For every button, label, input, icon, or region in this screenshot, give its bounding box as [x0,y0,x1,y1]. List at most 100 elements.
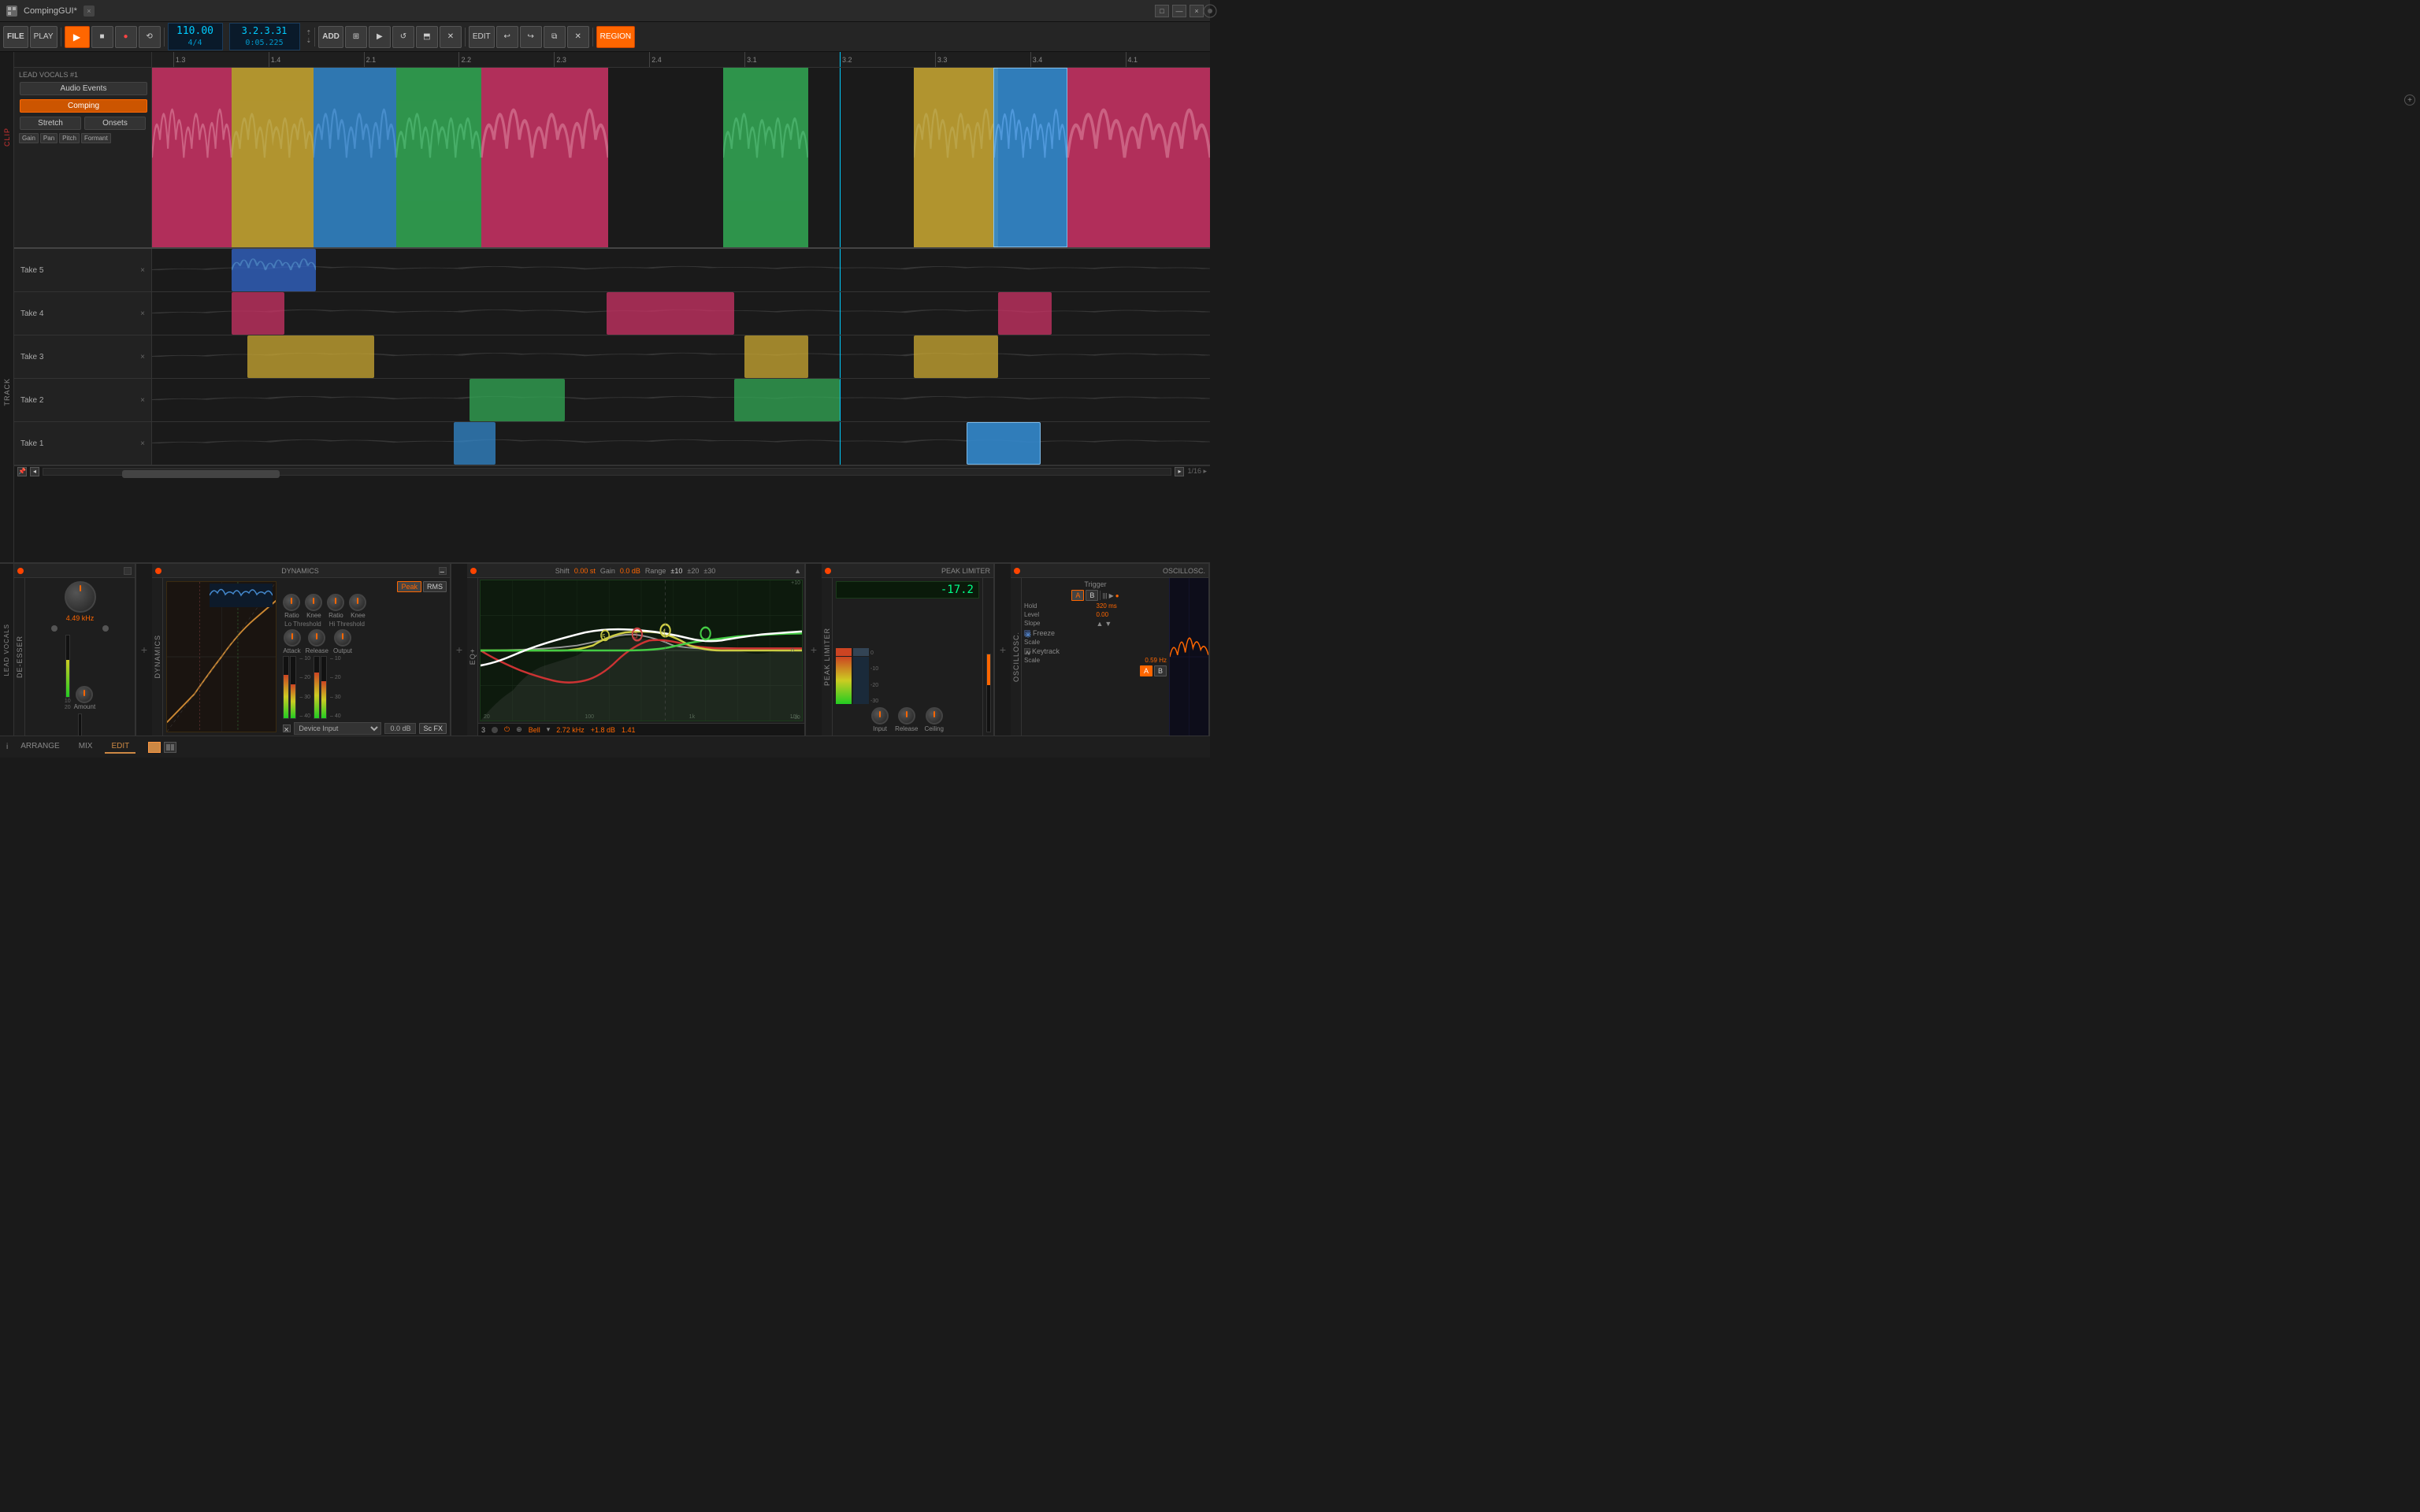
toolbar-btn-2[interactable]: ▶ [369,26,391,48]
take-3-clips[interactable] [152,335,1210,378]
slope-down-btn[interactable]: ▼ [1104,620,1112,628]
record-button[interactable]: ● [115,26,137,48]
close-tab-btn[interactable]: × [84,6,95,17]
rms-btn[interactable]: RMS [423,581,447,592]
osc-power[interactable] [1014,568,1020,574]
b-key-btn[interactable]: B [1154,665,1167,676]
ceiling-knob[interactable] [926,707,943,724]
comp-clip-1[interactable] [152,68,232,247]
take-1-clip-2[interactable] [967,422,1041,465]
scroll-left-btn[interactable]: ◂ [30,467,39,476]
audio-events-btn[interactable]: Audio Events [20,82,147,95]
comp-clip-3[interactable] [314,68,396,247]
toolbar-btn-4[interactable]: ⬒ [416,26,438,48]
osc-measure-icon[interactable]: ||| [1102,592,1107,599]
take-5-clip-1[interactable] [232,249,316,291]
take-4-clip-2[interactable] [607,292,733,335]
redo-btn[interactable]: ↪ [520,26,542,48]
osc-record-icon[interactable]: ● [1115,592,1119,599]
lo-knee-knob[interactable] [305,594,322,611]
copy-btn[interactable]: ⧉ [544,26,566,48]
gain-tag[interactable]: Gain [19,133,39,143]
win-restore-btn[interactable]: □ [1155,5,1169,17]
comp-clip-2[interactable] [232,68,314,247]
eq-band-link[interactable]: ⊕ [516,725,522,734]
formant-tag[interactable]: Formant [81,133,111,143]
eq-power[interactable] [470,568,477,574]
edit-tab[interactable]: EDIT [105,740,135,754]
take-2-close[interactable]: × [140,396,145,405]
peak-release-knob[interactable] [898,707,915,724]
sc-fx-btn[interactable]: Sc FX [419,723,447,734]
comp-clip-7[interactable] [914,68,998,247]
mix-tab[interactable]: MIX [72,740,99,754]
take-4-clips[interactable] [152,292,1210,335]
add-button[interactable]: ADD [318,26,343,48]
toolbar-btn-1[interactable]: ⊞ [345,26,367,48]
de-esser-freq-control[interactable] [65,581,96,613]
comp-clip-4[interactable] [396,68,481,247]
take-1-clip-1[interactable] [454,422,496,465]
eq-band-solo[interactable] [492,727,498,733]
info-icon[interactable]: i [6,743,8,751]
de-esser-knob-1[interactable] [51,625,58,632]
dynamics-collapse[interactable]: − [439,567,447,575]
peak-lim-power[interactable] [825,568,831,574]
de-esser-power[interactable] [17,568,24,574]
take-4-clip-3[interactable] [998,292,1051,335]
lo-ratio-knob[interactable] [283,594,300,611]
take-4-clip-1[interactable] [232,292,284,335]
pitch-tag[interactable]: Pitch [59,133,80,143]
take-3-clip-2[interactable] [744,335,808,378]
osc-play-icon[interactable]: ▶ [1109,592,1114,599]
edit-button[interactable]: EDIT [469,26,495,48]
toolbar-btn-5[interactable]: ✕ [440,26,462,48]
scroll-thumb[interactable] [122,470,280,478]
osc-a-btn[interactable]: A [1071,590,1084,601]
pan-tag[interactable]: Pan [40,133,58,143]
stop-button[interactable]: ■ [91,26,113,48]
take-3-clip-1[interactable] [247,335,374,378]
take-3-clip-3[interactable] [914,335,998,378]
arrange-tab[interactable]: ARRANGE [14,740,65,754]
de-esser-amount-knob[interactable] [76,686,93,703]
sidechain-btn[interactable]: × [283,724,291,732]
stretch-btn[interactable]: Stretch [20,117,81,130]
comping-btn[interactable]: Comping [20,99,147,113]
attack-knob[interactable] [284,629,301,647]
loop-button[interactable]: ⟲ [139,26,161,48]
hi-ratio-knob[interactable] [327,594,344,611]
cut-btn[interactable]: ✕ [567,26,589,48]
comp-clip-6[interactable] [723,68,807,247]
toolbar-btn-3[interactable]: ↺ [392,26,414,48]
device-input-select[interactable]: Device Input [294,722,381,735]
take-2-clips[interactable] [152,379,1210,421]
add-plugin-2[interactable]: + [451,564,467,736]
release-knob[interactable] [308,629,325,647]
eq-bell-menu[interactable]: ▾ [547,725,551,734]
metro-btn[interactable]: ⇡ [306,29,312,36]
osc-b-btn[interactable]: B [1086,590,1098,601]
view-btn-1[interactable] [148,742,161,753]
a-key-btn[interactable]: A [1140,665,1152,676]
output-knob[interactable] [334,629,351,647]
comp-clips[interactable] [152,68,1210,247]
de-esser-knob-2[interactable] [102,625,109,632]
eq-up-arrow[interactable]: ▲ [794,567,801,575]
take-3-close[interactable]: × [140,353,145,361]
take-2-clip-1[interactable] [470,379,565,421]
region-button[interactable]: REGION [596,26,635,48]
take-2-clip-2[interactable] [734,379,840,421]
play-label-button[interactable]: PLAY [30,26,58,48]
input-knob[interactable] [871,707,889,724]
eq-power-band[interactable]: ⏻ [504,725,510,734]
dynamics-power[interactable] [155,568,161,574]
take-1-close[interactable]: × [140,439,145,448]
eq-display[interactable]: 4 3 5 20 100 1k 10k [480,580,803,721]
take-4-close[interactable]: × [140,309,145,318]
slope-up-btn[interactable]: ▲ [1097,620,1104,628]
take-5-close[interactable]: × [140,266,145,275]
freeze-row[interactable]: Freeze [1024,629,1167,637]
comp-clip-8[interactable] [993,68,1067,247]
file-button[interactable]: FILE [3,26,28,48]
